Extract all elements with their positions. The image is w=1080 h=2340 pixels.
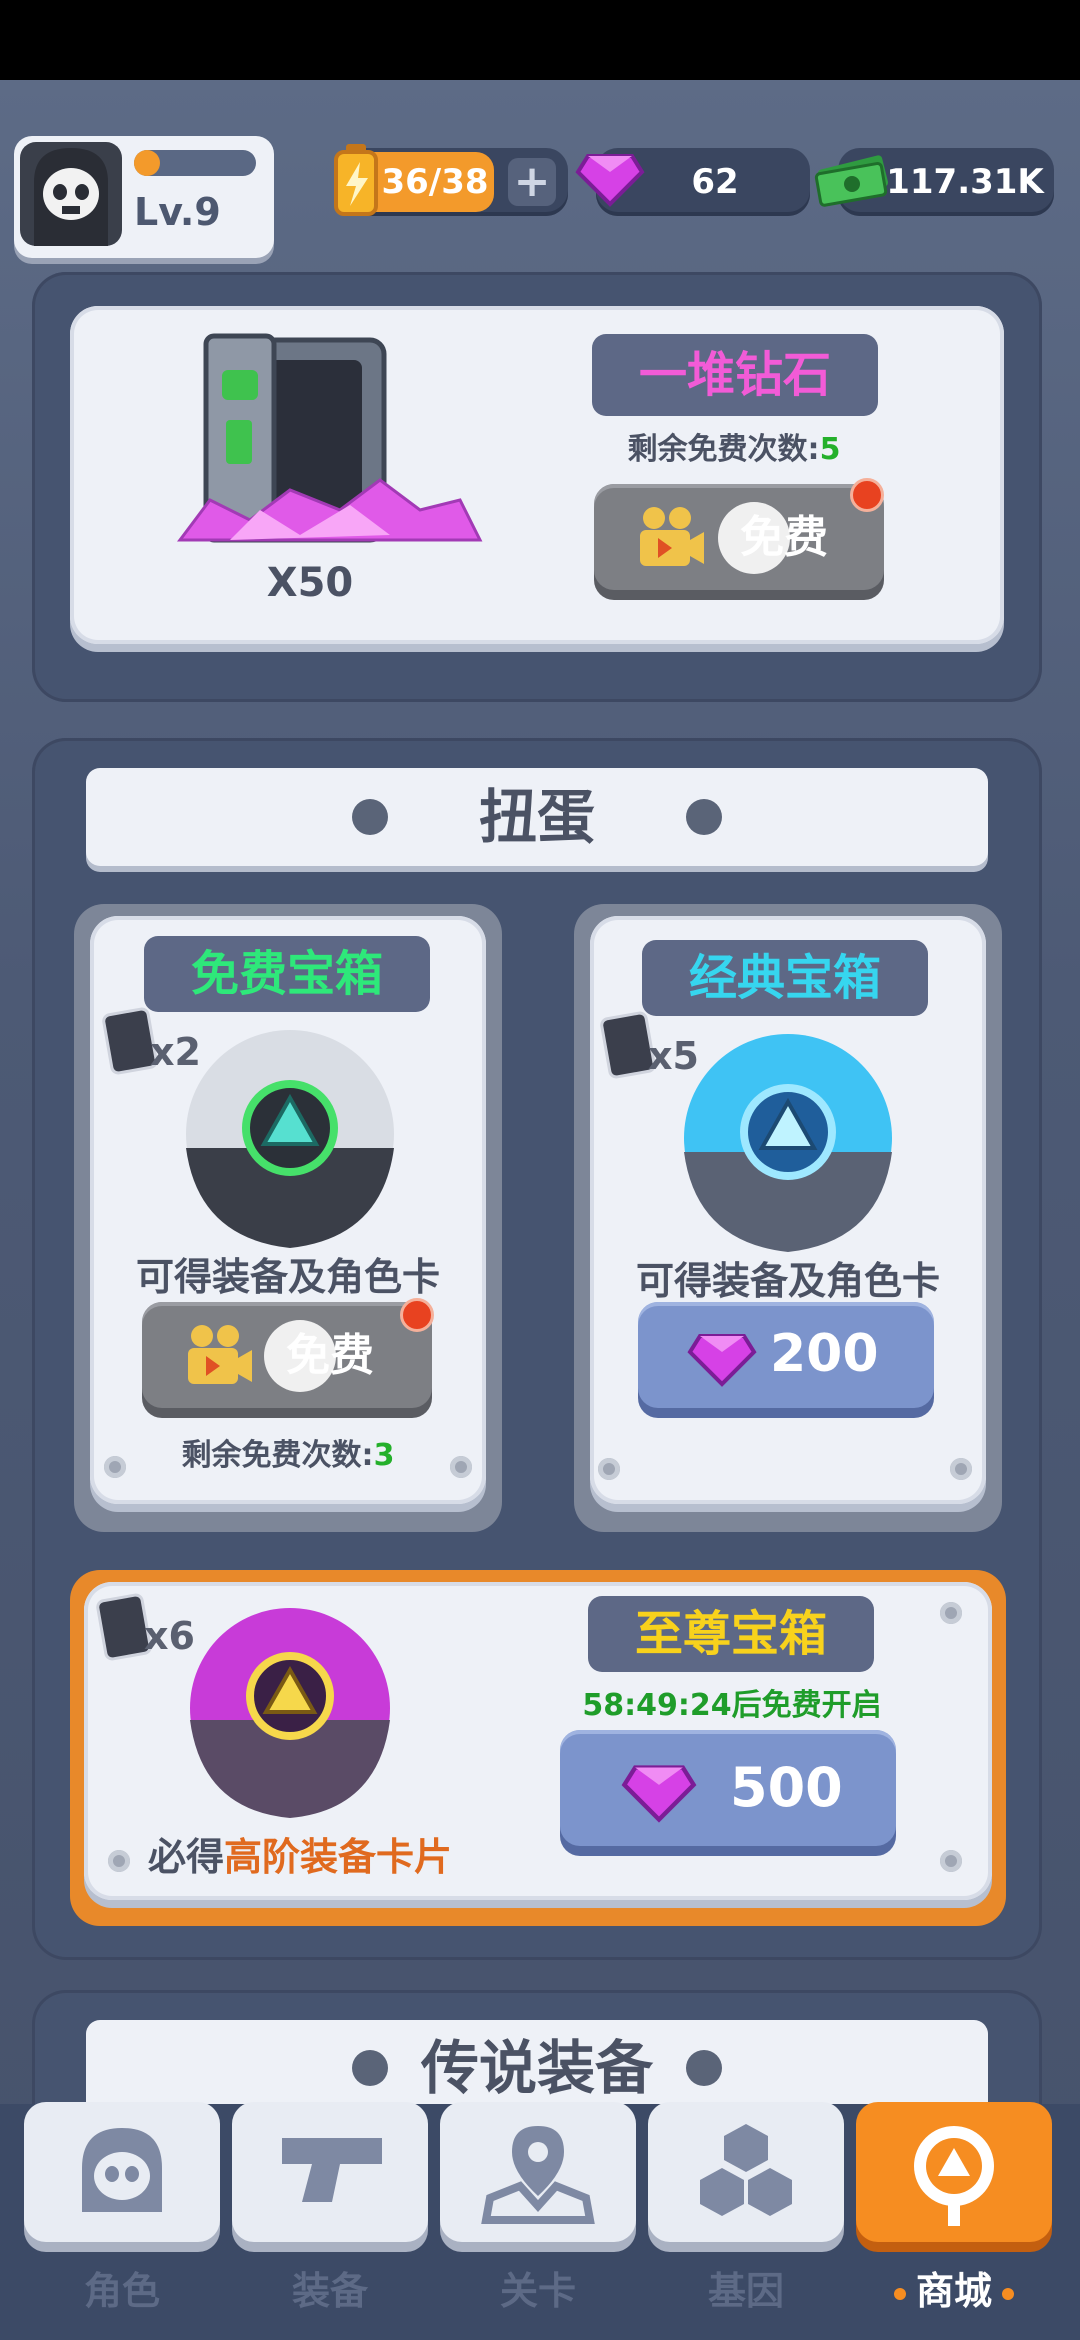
nav-tab-genes[interactable] bbox=[648, 2102, 844, 2242]
gacha-header: 扭蛋 bbox=[86, 768, 988, 866]
player-avatar bbox=[20, 142, 122, 246]
rivet bbox=[104, 1456, 126, 1478]
supreme-box-description: 必得高阶装备卡片 bbox=[148, 1826, 468, 1881]
supreme-capsule-image bbox=[178, 1600, 402, 1824]
rivet bbox=[940, 1602, 962, 1624]
map-pin-icon bbox=[481, 2126, 595, 2224]
active-dot bbox=[893, 2287, 906, 2300]
diamond-quantity: X50 bbox=[266, 560, 354, 606]
rivet bbox=[598, 1458, 620, 1480]
nav-label-genes: 基因 bbox=[707, 2269, 784, 2313]
xp-bar-fill bbox=[134, 150, 160, 176]
shop-icon bbox=[914, 2126, 994, 2226]
supreme-description-prefix: 必得 bbox=[148, 1835, 225, 1879]
energy-value: 36/38 bbox=[381, 162, 489, 202]
cash-amount: 117.31K bbox=[886, 162, 1044, 202]
diamond-remaining-count: 5 bbox=[819, 432, 841, 467]
nav-tab-stages[interactable] bbox=[440, 2102, 636, 2242]
video-ad-icon bbox=[184, 1322, 254, 1388]
diamond-remaining-label: 剩余免费次数: bbox=[627, 432, 820, 467]
rivet bbox=[108, 1850, 130, 1872]
active-dot bbox=[1002, 2287, 1014, 2300]
gacha-section-title: 扭蛋 bbox=[478, 783, 595, 851]
diamond-vault-image bbox=[170, 330, 500, 570]
gem-icon bbox=[574, 138, 646, 210]
nav-label-stages: 关卡 bbox=[499, 2269, 576, 2313]
rivet bbox=[940, 1850, 962, 1872]
diamond-remaining-free: 剩余免费次数:5 bbox=[594, 424, 874, 468]
header-dot-left bbox=[352, 2050, 388, 2086]
video-ad-icon bbox=[636, 504, 706, 570]
supreme-description-highlight: 高阶装备卡片 bbox=[224, 1835, 453, 1879]
free-box-remaining-count: 3 bbox=[373, 1438, 395, 1473]
nav-label-equipment: 装备 bbox=[291, 2269, 368, 2313]
rivet bbox=[450, 1456, 472, 1478]
nav-tab-shop[interactable] bbox=[856, 2102, 1052, 2242]
status-bar bbox=[0, 0, 1080, 80]
skull-icon bbox=[82, 2128, 162, 2212]
supreme-box-timer: 58:49:24后免费开启 bbox=[582, 1688, 882, 1723]
add-energy-button[interactable]: + bbox=[508, 158, 556, 206]
nav-tab-character[interactable] bbox=[24, 2102, 220, 2242]
gem-icon bbox=[686, 1318, 758, 1390]
battery-icon bbox=[330, 140, 382, 220]
free-box-remaining-label: 剩余免费次数: bbox=[181, 1438, 374, 1473]
header-dot-right bbox=[686, 799, 722, 835]
gun-icon bbox=[282, 2138, 382, 2202]
free-box-title: 免费宝箱 bbox=[144, 936, 430, 1012]
classic-capsule-image bbox=[676, 1022, 900, 1262]
header-dot-left bbox=[352, 799, 388, 835]
header-dot-right bbox=[686, 2050, 722, 2086]
diamond-free-button-label: 免费 bbox=[740, 512, 828, 563]
free-box-button-label: 免费 bbox=[286, 1330, 374, 1381]
classic-box-price: 200 bbox=[770, 1324, 879, 1384]
supreme-box-price: 500 bbox=[730, 1756, 843, 1819]
nav-label-shop: 商城 bbox=[856, 2260, 1052, 2315]
free-box-remaining: 剩余免费次数:3 bbox=[140, 1430, 436, 1474]
classic-box-title: 经典宝箱 bbox=[642, 940, 928, 1016]
gem-icon bbox=[620, 1748, 698, 1826]
supreme-box-title: 至尊宝箱 bbox=[588, 1596, 874, 1672]
diamond-offer-title: 一堆钻石 bbox=[592, 334, 878, 416]
free-capsule-image bbox=[178, 1018, 402, 1258]
hexagons-icon bbox=[700, 2124, 792, 2216]
nav-label-shop-text: 商城 bbox=[915, 2269, 992, 2313]
gem-count: 62 bbox=[691, 162, 739, 202]
player-level: Lv.9 bbox=[134, 190, 221, 234]
nav-label-character: 角色 bbox=[83, 2269, 160, 2313]
rivet bbox=[950, 1458, 972, 1480]
skull-avatar-icon bbox=[34, 148, 108, 246]
notification-dot bbox=[850, 478, 884, 512]
nav-tab-equipment[interactable] bbox=[232, 2102, 428, 2242]
notification-dot bbox=[400, 1298, 434, 1332]
